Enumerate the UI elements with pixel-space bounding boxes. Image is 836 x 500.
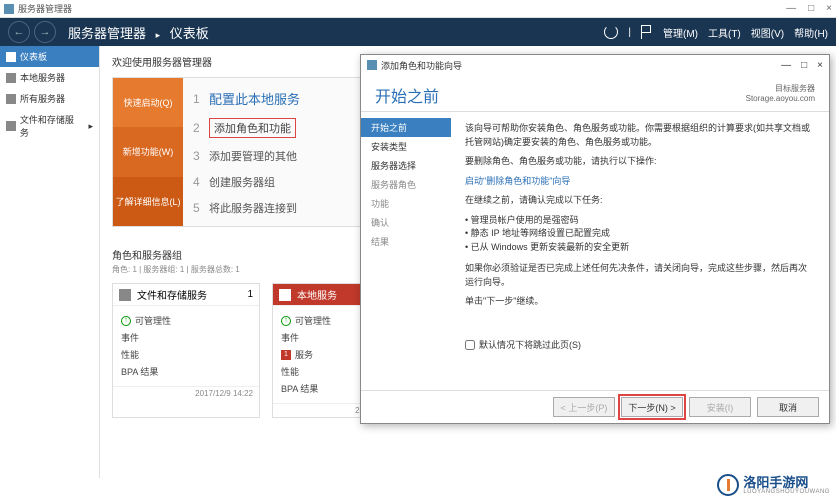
install-button: 安装(I) [689,397,751,417]
chevron-right-icon: ▸ [156,30,161,40]
tab-whatsnew[interactable]: 新增功能(W) [113,127,183,176]
breadcrumb: 服务器管理器 ▸ 仪表板 [68,23,209,42]
watermark-text: 洛阳手游网 [743,476,830,489]
dashboard-icon [6,52,16,62]
server-icon [6,73,16,83]
sidebar-label: 所有服务器 [20,92,65,105]
tile-timestamp: 2017/12/9 14:22 [113,386,259,400]
server-icon [279,289,291,301]
prev-button: < 上一步(P) [553,397,615,417]
wizard-titlebar: 添加角色和功能向导 — □ × [361,55,829,75]
refresh-icon[interactable] [604,25,618,39]
window-title: 服务器管理器 [18,2,72,15]
wizard-check-item: 已从 Windows 更新安装最新的安全更新 [465,241,815,255]
status-ok-icon: ↑ [121,316,131,326]
menu-help[interactable]: 帮助(H) [794,25,828,40]
wizard-nav-server-roles: 服务器角色 [361,175,451,194]
sidebar-item-dashboard[interactable]: 仪表板 [0,46,99,67]
wizard-minimize-button[interactable]: — [781,60,791,71]
wizard-nav-results: 结果 [361,232,451,251]
tile-title: 本地服务 [297,287,337,302]
tile-title: 文件和存储服务 [137,287,207,302]
wizard-nav-server-select[interactable]: 服务器选择 [361,156,451,175]
tile-row-events[interactable]: 事件 [121,329,251,346]
wizard-nav-install-type[interactable]: 安装类型 [361,137,451,156]
wizard-clicknext-text: 单击"下一步"继续。 [465,295,815,309]
sidebar-item-local-server[interactable]: 本地服务器 [0,67,99,88]
breadcrumb-page[interactable]: 仪表板 [170,26,209,41]
window-titlebar: 服务器管理器 — □ × [0,0,836,18]
wizard-check-item: 管理员帐户使用的是强密码 [465,214,815,228]
flag-icon[interactable] [641,25,653,39]
close-button[interactable]: × [826,3,832,14]
tab-quickstart[interactable]: 快速启动(Q) [113,78,183,127]
wizard-nav-before-begin[interactable]: 开始之前 [361,118,451,137]
status-ok-icon: ↑ [281,316,291,326]
storage-icon [6,121,16,131]
tile-row-bpa[interactable]: BPA 结果 [121,363,251,380]
wizard-nav-features: 功能 [361,194,451,213]
wizard-maximize-button[interactable]: □ [801,60,807,71]
tile-row-manageability[interactable]: ↑可管理性 [121,312,251,329]
tile-row-performance[interactable]: 性能 [121,346,251,363]
error-badge: 1 [281,350,291,360]
forward-button[interactable]: → [34,21,56,43]
sidebar-item-all-servers[interactable]: 所有服务器 [0,88,99,109]
sidebar: 仪表板 本地服务器 所有服务器 文件和存储服务 ▸ [0,46,100,478]
breadcrumb-app[interactable]: 服务器管理器 [68,26,146,41]
wizard-content: 该向导可帮助你安装角色、角色服务或功能。你需要根据组织的计算要求(如共享文档或托… [451,112,829,390]
watermark-sub: LUOYANGSHOUYOUWANG [743,489,830,495]
wizard-check-item: 静态 IP 地址等网络设置已配置完成 [465,227,815,241]
skip-page-checkbox[interactable] [465,340,475,350]
wizard-icon [367,60,377,70]
wizard-nav: 开始之前 安装类型 服务器选择 服务器角色 功能 确认 结果 [361,112,451,390]
wizard-nav-confirm: 确认 [361,213,451,232]
sidebar-item-file-storage[interactable]: 文件和存储服务 ▸ [0,109,99,143]
wizard-intro-text: 该向导可帮助你安装角色、角色服务或功能。你需要根据组织的计算要求(如共享文档或托… [465,122,815,149]
cancel-button[interactable]: 取消 [757,397,819,417]
maximize-button[interactable]: □ [808,3,814,14]
next-button[interactable]: 下一步(N) > [621,397,683,417]
wizard-window-title: 添加角色和功能向导 [381,59,462,72]
sidebar-label: 仪表板 [20,50,47,63]
skip-page-label: 默认情况下将跳过此页(S) [479,339,581,353]
storage-icon [119,289,131,301]
wizard-verify-text: 如果你必须验证是否已完成上述任何先决条件，请关闭向导，完成这些步骤，然后再次运行… [465,262,815,289]
add-roles-wizard-dialog: 添加角色和功能向导 — □ × 开始之前 目标服务器 Storage.aoyou… [360,54,830,424]
pipe-sep: | [628,27,631,38]
wizard-remove-link[interactable]: 启动"删除角色和功能"向导 [465,176,570,186]
minimize-button[interactable]: — [786,3,796,14]
menu-view[interactable]: 视图(V) [751,25,784,40]
wizard-close-button[interactable]: × [817,60,823,71]
sidebar-label: 本地服务器 [20,71,65,84]
menu-tools[interactable]: 工具(T) [708,25,741,40]
menu-manage[interactable]: 管理(M) [663,25,698,40]
tile-count: 1 [247,289,253,300]
tab-learnmore[interactable]: 了解详细信息(L) [113,177,183,226]
wizard-page-title: 开始之前 [375,83,439,107]
wizard-remove-label: 要删除角色、角色服务或功能，请执行以下操作: [465,155,815,169]
servers-icon [6,94,16,104]
wizard-continue-label: 在继续之前，请确认完成以下任务: [465,194,815,208]
tile-file-storage[interactable]: 文件和存储服务 1 ↑可管理性 事件 性能 BPA 结果 2017/12/9 14… [112,283,260,418]
back-button[interactable]: ← [8,21,30,43]
app-header: ← → 服务器管理器 ▸ 仪表板 | 管理(M) 工具(T) 视图(V) 帮助(… [0,18,836,46]
app-icon [4,4,14,14]
watermark: 洛阳手游网 LUOYANGSHOUYOUWANG [717,474,830,496]
wizard-footer: < 上一步(P) 下一步(N) > 安装(I) 取消 [361,390,829,423]
sidebar-label: 文件和存储服务 [20,113,82,139]
wizard-destination: 目标服务器 Storage.aoyou.com [746,83,815,103]
watermark-logo-icon [717,474,739,496]
